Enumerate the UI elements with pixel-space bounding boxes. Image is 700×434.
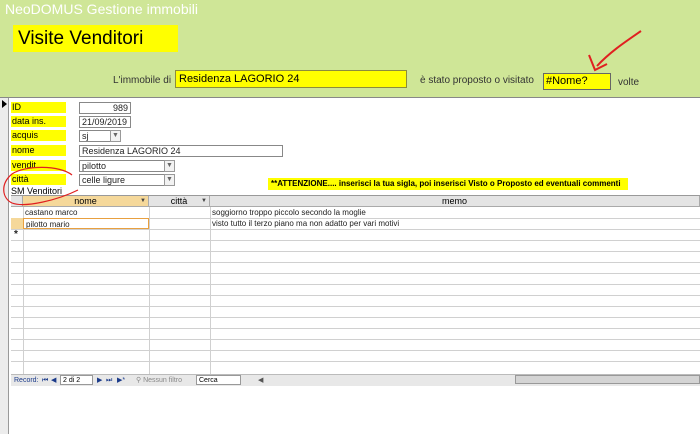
grid-line — [11, 284, 700, 285]
acquis-dropdown-chevron-down-icon[interactable]: ▼ — [110, 130, 121, 142]
new-record-asterisk-icon[interactable]: * — [12, 229, 23, 240]
grid-line — [149, 207, 150, 374]
scroll-left-arrow-icon[interactable]: ◀ — [258, 375, 263, 386]
table-row-memo[interactable]: visto tutto il terzo piano ma non adatto… — [210, 218, 700, 229]
record-label: Record: — [14, 377, 39, 384]
citta-combo[interactable]: celle ligure — [79, 174, 173, 186]
column-header-citta[interactable]: città ▼ — [149, 196, 210, 207]
filter-indicator[interactable]: ⚲ Nessun filtro — [136, 375, 182, 386]
citta-label: città — [11, 174, 66, 185]
last-record-icon[interactable]: ⏭ — [106, 375, 112, 386]
vendit-label: vendit — [11, 160, 66, 171]
grid-line — [11, 251, 700, 252]
current-record-arrow-icon — [2, 100, 7, 108]
prev-record-icon[interactable]: ◀ — [51, 375, 56, 386]
record-position-input[interactable]: 2 di 2 — [60, 375, 93, 385]
filter-label: Nessun filtro — [143, 377, 182, 384]
table-row-memo[interactable]: soggiorno troppo piccolo secondo la mogl… — [210, 207, 700, 218]
acquis-combo[interactable]: sj — [79, 130, 111, 142]
search-input[interactable]: Cerca — [196, 375, 241, 385]
proposto-label: è stato proposto o visitato — [420, 75, 534, 86]
column-header-memo-label: memo — [441, 196, 467, 206]
visit-count-field[interactable]: #Nome? — [543, 73, 611, 90]
data-ins-field[interactable]: 21/09/2019 — [79, 116, 131, 128]
column-header-memo[interactable]: memo — [210, 196, 700, 207]
nome-label: nome — [11, 145, 66, 156]
nome-field[interactable]: Residenza LAGORIO 24 — [79, 145, 283, 157]
grid-line — [11, 328, 700, 329]
app-title: NeoDOMUS Gestione immobili — [5, 1, 198, 17]
table-row-citta[interactable] — [149, 207, 210, 218]
select-all-corner[interactable] — [11, 196, 23, 207]
column-header-nome[interactable]: nome ▼ — [23, 196, 149, 207]
acquis-label: acquis — [11, 130, 66, 141]
table-row-nome[interactable]: pilotto mario — [23, 218, 149, 229]
table-row-citta[interactable] — [149, 218, 210, 229]
id-field[interactable]: 989 — [79, 102, 131, 114]
first-record-icon[interactable]: ⏮ — [42, 375, 48, 386]
grid-line — [11, 273, 700, 274]
citta-sort-chevron-down-icon[interactable]: ▼ — [201, 196, 207, 207]
column-header-nome-label: nome — [74, 196, 97, 206]
grid-line — [11, 262, 700, 263]
grid-line — [11, 240, 700, 241]
grid-line — [11, 361, 700, 362]
horizontal-scrollbar[interactable] — [515, 375, 700, 384]
row-selector[interactable] — [11, 218, 23, 229]
vendit-dropdown-chevron-down-icon[interactable]: ▼ — [164, 160, 175, 172]
grid-line — [11, 339, 700, 340]
immobile-label: L'immobile di — [113, 75, 172, 86]
grid-line — [11, 306, 700, 307]
next-record-icon[interactable]: ▶ — [97, 375, 102, 386]
citta-dropdown-chevron-down-icon[interactable]: ▼ — [164, 174, 175, 186]
grid-line — [11, 295, 700, 296]
grid-line — [210, 207, 211, 374]
grid-line — [11, 317, 700, 318]
volte-label: volte — [618, 77, 640, 88]
grid-line — [11, 350, 700, 351]
nome-sort-chevron-down-icon[interactable]: ▼ — [140, 196, 146, 207]
grid-line — [23, 207, 24, 374]
data-ins-label: data ins. — [11, 116, 66, 127]
immobile-field[interactable]: Residenza LAGORIO 24 — [175, 70, 407, 88]
record-selector[interactable] — [0, 98, 9, 434]
column-header-citta-label: città — [170, 196, 188, 206]
vendit-combo[interactable]: pilotto — [79, 160, 173, 172]
table-row-nome[interactable]: castano marco — [23, 207, 149, 218]
new-record-icon[interactable]: ▶* — [117, 375, 125, 386]
form-title: Visite Venditori — [13, 25, 178, 52]
attention-notice: **ATTENZIONE.... inserisci la tua sigla,… — [268, 178, 628, 190]
grid-line — [11, 229, 700, 230]
id-label: ID — [11, 102, 66, 113]
header-divider — [0, 97, 700, 98]
